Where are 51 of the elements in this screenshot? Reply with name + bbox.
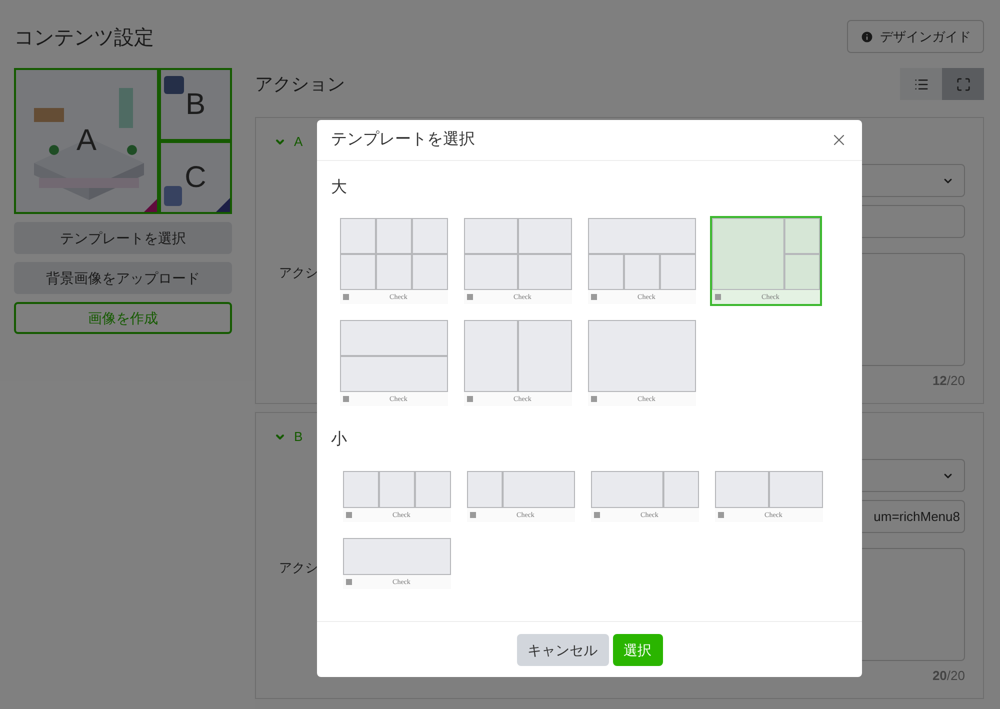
square-icon — [346, 512, 352, 518]
layout-icon — [464, 320, 572, 392]
layout-icon — [588, 320, 696, 392]
page-title: コンテンツ設定 — [14, 26, 154, 51]
layout-icon — [464, 218, 572, 290]
layout-icon — [340, 320, 448, 392]
field-label: アクシ — [279, 559, 318, 577]
action-button[interactable]: 背景画像をアップロード — [14, 262, 232, 294]
view-toggle-button[interactable] — [942, 68, 984, 100]
square-icon — [467, 294, 473, 300]
section-title: アクション — [255, 72, 345, 96]
section-heading: 小 — [331, 430, 347, 450]
square-icon — [594, 512, 600, 518]
layout-icon — [467, 471, 575, 508]
tap-area[interactable]: B — [159, 68, 232, 141]
layout-icon — [591, 471, 699, 508]
action-button[interactable]: テンプレートを選択 — [14, 222, 232, 254]
area-label: B — [185, 90, 206, 120]
select-button[interactable]: 選択 — [612, 634, 662, 666]
fullscreen-icon — [956, 76, 970, 92]
modal-title: テンプレートを選択 — [331, 130, 475, 150]
layout-icon — [715, 471, 823, 508]
area-title: A — [294, 133, 303, 152]
square-icon — [470, 512, 476, 518]
area-label: C — [184, 162, 206, 192]
section-heading: 大 — [331, 178, 347, 198]
square-icon — [591, 396, 597, 402]
character-counter: 20/20 — [932, 667, 965, 685]
tap-area[interactable]: A — [14, 68, 159, 214]
tap-area[interactable]: C — [159, 141, 232, 214]
layout-icon — [588, 218, 696, 290]
square-icon — [718, 512, 724, 518]
cancel-button[interactable]: キャンセル — [516, 634, 608, 666]
square-icon — [346, 579, 352, 585]
design-guide-button[interactable]: デザインガイド — [847, 20, 984, 53]
layout-icon — [340, 218, 448, 290]
square-icon — [715, 294, 721, 300]
field-label: アクシ — [279, 264, 318, 282]
view-toggle-button[interactable] — [900, 68, 942, 100]
square-icon — [343, 294, 349, 300]
area-label: A — [76, 126, 96, 156]
layout-icon — [343, 538, 451, 575]
layout-icon — [712, 218, 820, 290]
square-icon — [467, 396, 473, 402]
character-counter: 12/20 — [932, 372, 965, 390]
list-icon — [914, 76, 928, 92]
area-title: B — [294, 428, 303, 446]
info-icon — [860, 30, 874, 44]
layout-icon — [343, 471, 451, 508]
square-icon — [591, 294, 597, 300]
square-icon — [343, 396, 349, 402]
